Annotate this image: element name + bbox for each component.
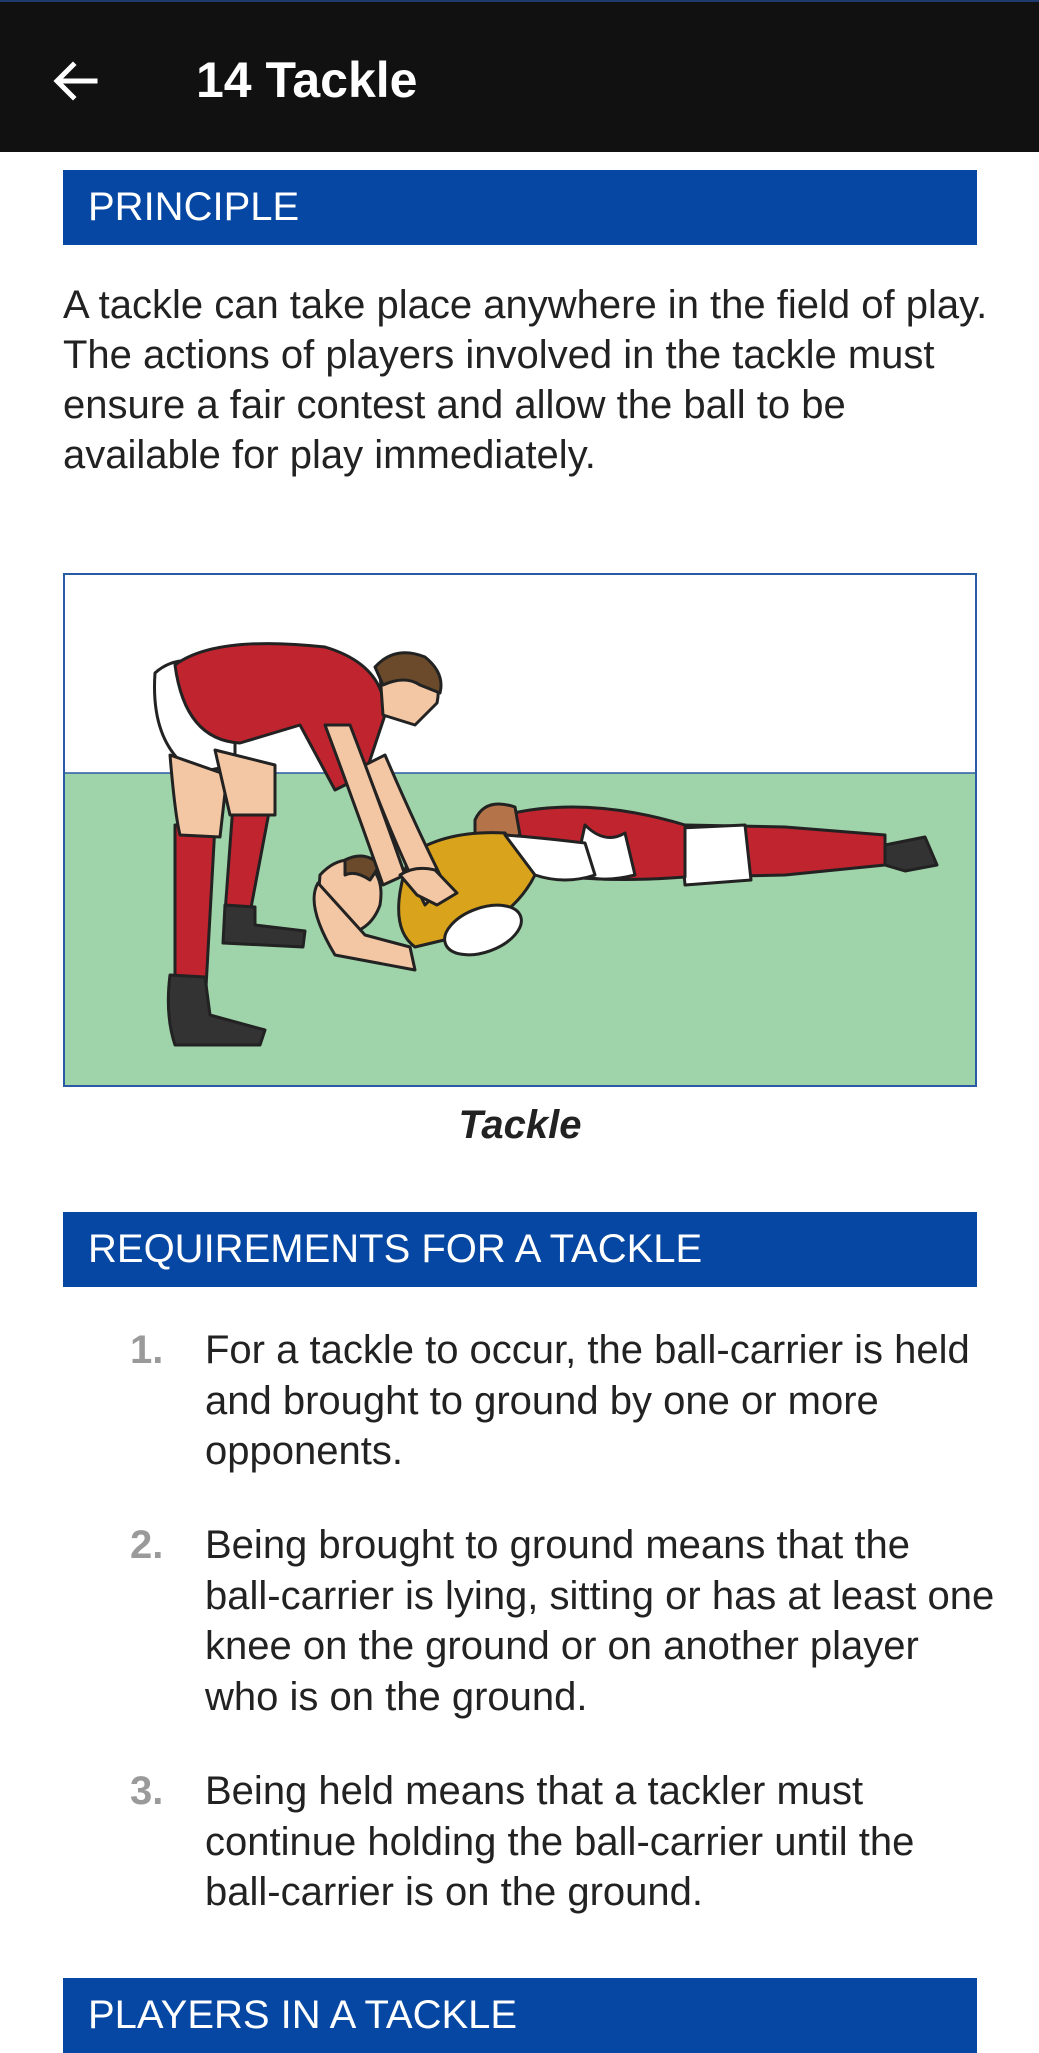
list-item-text: Being held means that a tackler must con… (205, 1769, 915, 1914)
figure-caption: Tackle (458, 1103, 582, 1147)
list-item-number: 3. (130, 1769, 164, 1813)
list-item-text: For a tackle to occur, the ball-carrier … (205, 1328, 970, 1473)
principle-text: A tackle can take place anywhere in the … (63, 283, 988, 477)
section-heading-players: PLAYERS IN A TACKLE (63, 1978, 977, 2053)
list-item-number: 2. (130, 1523, 164, 1567)
tackle-illustration (63, 573, 977, 1087)
list-item-text: Being brought to ground means that the b… (205, 1523, 995, 1719)
section-heading-requirements: REQUIREMENTS FOR A TACKLE (63, 1212, 977, 1287)
page-title: 14 Tackle (196, 52, 418, 108)
back-button[interactable] (40, 46, 110, 116)
section-heading-principle: PRINCIPLE (63, 170, 977, 245)
list-item-number: 1. (130, 1328, 164, 1372)
app-bar: 14 Tackle (0, 0, 1039, 152)
arrow-left-icon (53, 61, 98, 101)
tackle-image (65, 575, 975, 1085)
